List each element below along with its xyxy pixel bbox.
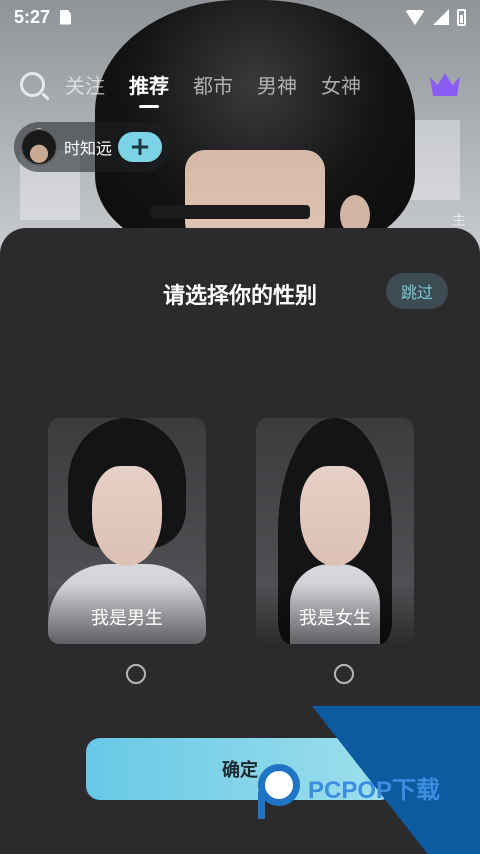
male-option-card[interactable]: 我是男生 bbox=[48, 418, 206, 644]
wifi-icon bbox=[405, 9, 425, 25]
tab-recommend[interactable]: 推荐 bbox=[129, 70, 169, 99]
status-bar: 5:27 bbox=[0, 0, 480, 34]
male-option-label: 我是男生 bbox=[48, 584, 206, 644]
sim-card-icon bbox=[60, 9, 72, 25]
male-radio[interactable] bbox=[126, 664, 146, 684]
female-option-label: 我是女生 bbox=[256, 584, 414, 644]
female-option-card[interactable]: 我是女生 bbox=[256, 418, 414, 644]
skip-button[interactable]: 跳过 bbox=[386, 273, 448, 309]
character-name: 时知远 bbox=[64, 139, 113, 158]
confirm-button[interactable]: 确定 bbox=[86, 738, 394, 800]
character-pill[interactable]: 时知远 + bbox=[14, 122, 170, 172]
search-icon[interactable] bbox=[20, 71, 45, 97]
signal-icon bbox=[433, 9, 449, 25]
gender-select-sheet: 请选择你的性别 跳过 我是男生 我是女生 确定 bbox=[0, 228, 480, 854]
tab-female-idol[interactable]: 女神 bbox=[321, 70, 361, 99]
character-glasses bbox=[150, 205, 310, 219]
portrait-face bbox=[92, 466, 162, 566]
portrait-face bbox=[300, 466, 370, 566]
top-nav: 关注 推荐 都市 男神 女神 bbox=[0, 62, 480, 106]
tab-follow[interactable]: 关注 bbox=[65, 70, 105, 99]
background-glyph: 主 bbox=[452, 213, 466, 229]
tab-urban[interactable]: 都市 bbox=[193, 70, 233, 99]
status-time: 5:27 bbox=[14, 6, 51, 27]
add-character-button[interactable]: + bbox=[118, 132, 163, 162]
female-radio[interactable] bbox=[334, 664, 354, 684]
status-icons bbox=[405, 8, 466, 26]
battery-charging-icon bbox=[457, 8, 466, 26]
crown-icon[interactable] bbox=[430, 73, 460, 96]
avatar[interactable] bbox=[20, 128, 58, 166]
tab-male-idol[interactable]: 男神 bbox=[257, 70, 297, 99]
